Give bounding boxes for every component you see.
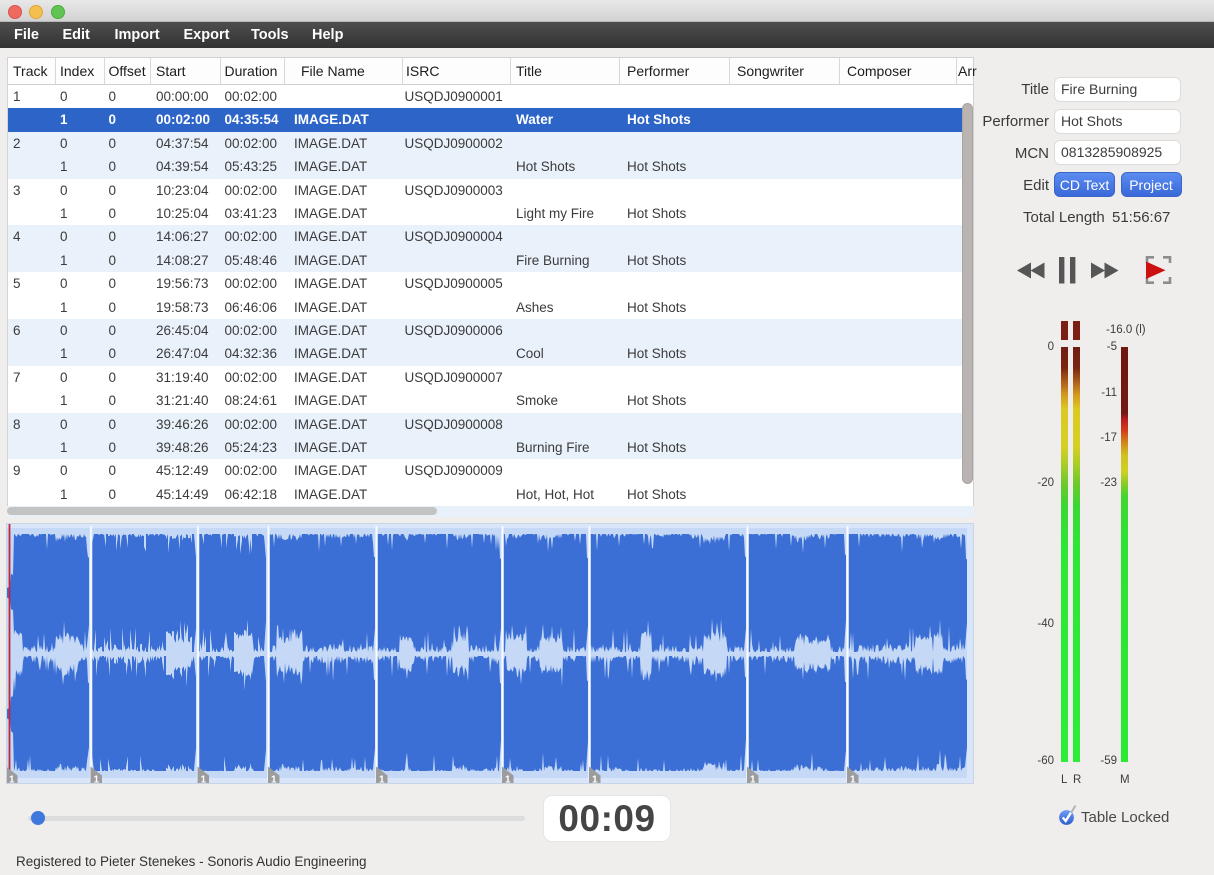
svg-text:1: 1 bbox=[850, 775, 856, 785]
svg-text:1: 1 bbox=[592, 775, 598, 785]
svg-text:1: 1 bbox=[201, 775, 207, 785]
svg-text:1: 1 bbox=[750, 775, 756, 785]
svg-text:1: 1 bbox=[379, 775, 385, 785]
svg-text:1: 1 bbox=[271, 775, 277, 785]
svg-text:1: 1 bbox=[94, 775, 100, 785]
svg-text:1: 1 bbox=[505, 775, 511, 785]
svg-text:1: 1 bbox=[9, 775, 15, 785]
